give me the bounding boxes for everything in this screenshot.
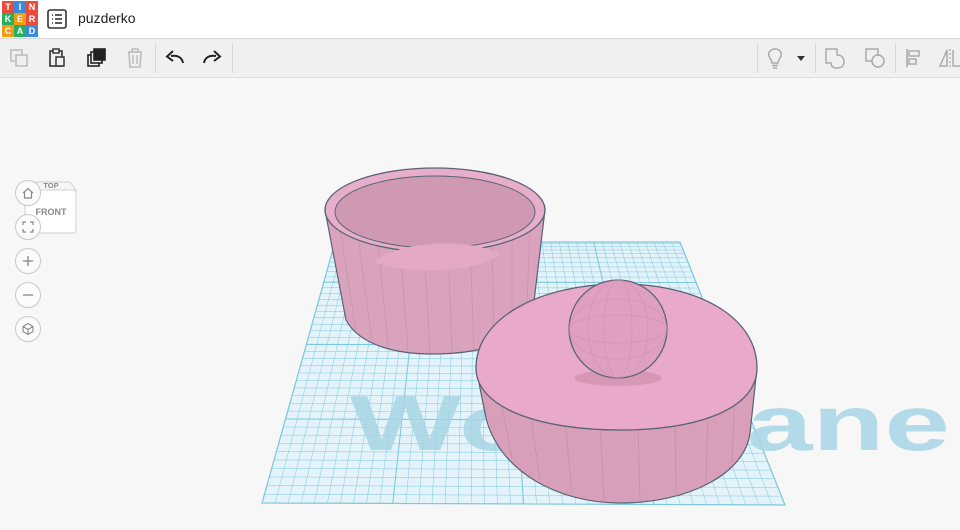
toolbar-divider — [232, 43, 233, 73]
paste-icon[interactable] — [44, 45, 70, 71]
undo-icon[interactable] — [162, 45, 188, 71]
toolbar-divider — [155, 43, 156, 73]
scene: Workplane — [261, 167, 950, 506]
toolbar-divider — [815, 43, 816, 73]
logo-letter: E — [14, 13, 26, 25]
align-icon[interactable] — [902, 45, 928, 71]
toolbar — [0, 39, 960, 78]
logo-letter: C — [2, 25, 14, 37]
dropdown-icon[interactable] — [790, 45, 812, 71]
copy-icon[interactable] — [6, 45, 32, 71]
design-list-icon[interactable] — [46, 8, 68, 30]
3d-viewport[interactable]: TOP FRONT Workplane — [0, 78, 960, 530]
logo-letter: N — [26, 1, 38, 13]
logo-letter: K — [2, 13, 14, 25]
top-bar: T I N K E R C A D puzderko — [0, 0, 960, 39]
logo-letter: D — [26, 25, 38, 37]
delete-icon[interactable] — [122, 45, 148, 71]
logo-letter: R — [26, 13, 38, 25]
design-title[interactable]: puzderko — [78, 10, 136, 26]
logo-letter: T — [2, 1, 14, 13]
toolbar-divider — [895, 43, 896, 73]
shape-group-icon[interactable] — [822, 45, 848, 71]
duplicate-icon[interactable] — [84, 45, 110, 71]
toolbar-divider — [757, 43, 758, 73]
logo-letter: A — [14, 25, 26, 37]
logo-letter: I — [14, 1, 26, 13]
redo-icon[interactable] — [199, 45, 225, 71]
shape-hole-icon[interactable] — [862, 45, 888, 71]
tinkercad-logo[interactable]: T I N K E R C A D — [2, 1, 38, 37]
mirror-icon[interactable] — [936, 45, 960, 71]
light-bulb-icon[interactable] — [762, 45, 788, 71]
